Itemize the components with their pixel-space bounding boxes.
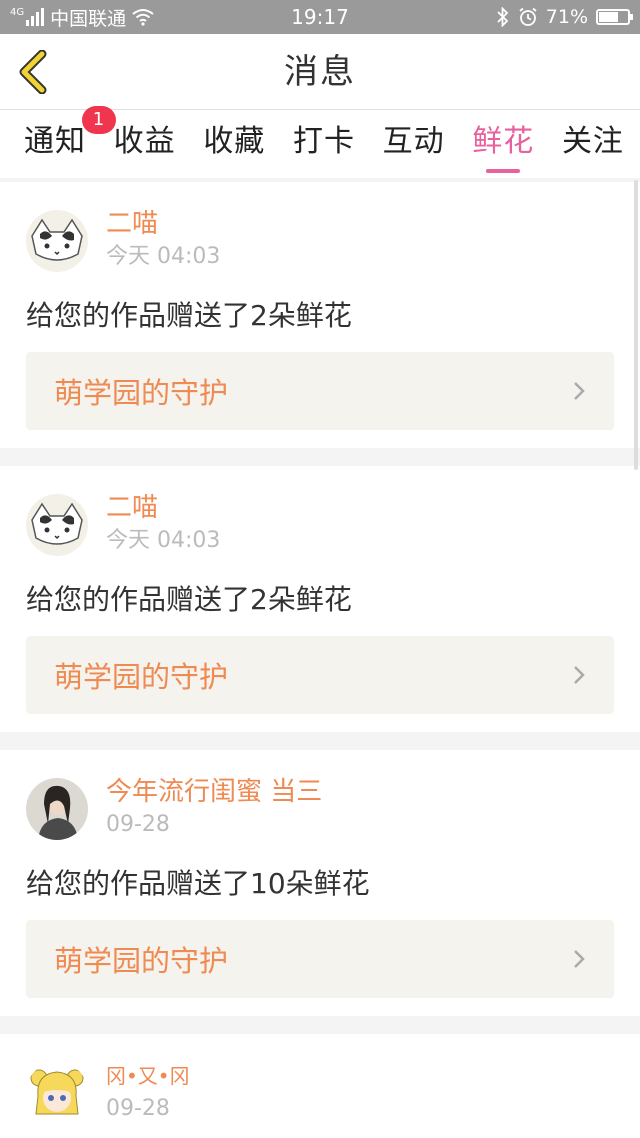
timestamp: 09-28 — [106, 812, 170, 837]
list-item: 今年流行闺蜜 当三 09-28 给您的作品赠送了10朵鲜花 萌学园的守护 — [0, 750, 640, 1016]
page-title: 消息 — [284, 52, 356, 92]
tab-label: 互动 — [382, 124, 445, 159]
chevron-right-icon — [574, 950, 585, 968]
status-left: 4G 中国联通 — [10, 4, 250, 31]
timestamp: 今天 04:03 — [106, 244, 221, 269]
tab-earnings[interactable]: 收益 — [114, 110, 176, 178]
tab-favorites[interactable]: 收藏 — [203, 110, 265, 178]
tab-label: 关注 — [561, 124, 624, 159]
work-title: 萌学园的守护 — [54, 376, 229, 410]
bluetooth-icon — [497, 7, 509, 27]
list-item: 二喵 今天 04:03 给您的作品赠送了2朵鲜花 萌学园的守护 — [0, 466, 640, 732]
list-item: 二喵 今天 04:03 给您的作品赠送了2朵鲜花 萌学园的守护 — [0, 182, 640, 448]
notification-badge: 1 — [82, 106, 116, 134]
work-link[interactable]: 萌学园的守护 — [26, 352, 614, 430]
battery-fill — [599, 12, 619, 22]
message-tabs: 通知 1 收益 收藏 打卡 互动 鲜花 关注 — [0, 106, 640, 178]
chevron-right-icon — [574, 666, 585, 684]
cat-avatar-icon — [26, 494, 88, 556]
user-name[interactable]: 二喵 — [106, 490, 220, 526]
work-link[interactable]: 萌学园的守护 — [26, 920, 614, 998]
message-text: 给您的作品赠送了2朵鲜花 — [26, 583, 352, 616]
chevron-right-icon — [574, 382, 585, 400]
work-title: 萌学园的守护 — [54, 944, 229, 978]
tab-label: 收益 — [113, 124, 176, 159]
battery-icon — [596, 9, 633, 25]
tab-interaction[interactable]: 互动 — [383, 110, 445, 178]
status-bar: 4G 中国联通 19:17 71% — [0, 0, 640, 34]
signal-icon: 4G — [10, 7, 45, 26]
message-text: 给您的作品赠送了10朵鲜花 — [26, 867, 370, 900]
tab-flowers[interactable]: 鲜花 — [472, 110, 534, 178]
avatar[interactable] — [26, 1062, 88, 1124]
network-type: 4G — [10, 7, 25, 18]
user-name[interactable]: 冈•又•冈 — [106, 1058, 190, 1094]
work-title: 萌学园的守护 — [54, 660, 229, 694]
carrier-name: 中国联通 — [50, 7, 127, 30]
scrollbar[interactable] — [634, 180, 638, 470]
tab-follow[interactable]: 关注 — [562, 110, 624, 178]
tab-notification[interactable]: 通知 1 — [24, 106, 116, 178]
tab-label: 收藏 — [203, 124, 266, 159]
nav-bar: 消息 — [0, 34, 640, 110]
avatar[interactable] — [26, 210, 88, 272]
status-right: 71% — [390, 6, 633, 28]
girl-photo-avatar-icon — [26, 778, 88, 840]
message-text: 给您的作品赠送了2朵鲜花 — [26, 299, 352, 332]
battery-percent: 71% — [545, 6, 588, 28]
cat-avatar-icon — [26, 210, 88, 272]
user-name[interactable]: 今年流行闺蜜 当三 — [106, 774, 322, 810]
tab-label: 通知 — [24, 124, 86, 159]
wifi-icon — [132, 9, 154, 26]
avatar[interactable] — [26, 778, 88, 840]
work-link[interactable]: 萌学园的守护 — [26, 636, 614, 714]
message-list[interactable]: 二喵 今天 04:03 给您的作品赠送了2朵鲜花 萌学园的守护 二喵 今天 04… — [0, 182, 640, 1138]
avatar[interactable] — [26, 494, 88, 556]
user-name[interactable]: 二喵 — [106, 206, 220, 242]
tab-label: 打卡 — [292, 124, 355, 159]
alarm-icon — [519, 7, 537, 26]
timestamp: 今天 04:03 — [106, 528, 221, 553]
anime-girl-avatar-icon — [26, 1062, 88, 1124]
status-time: 19:17 — [291, 5, 349, 29]
list-item: 冈•又•冈 09-28 — [0, 1034, 640, 1138]
tab-checkin[interactable]: 打卡 — [293, 110, 355, 178]
tab-label: 鲜花 — [472, 124, 535, 159]
timestamp: 09-28 — [106, 1096, 170, 1121]
